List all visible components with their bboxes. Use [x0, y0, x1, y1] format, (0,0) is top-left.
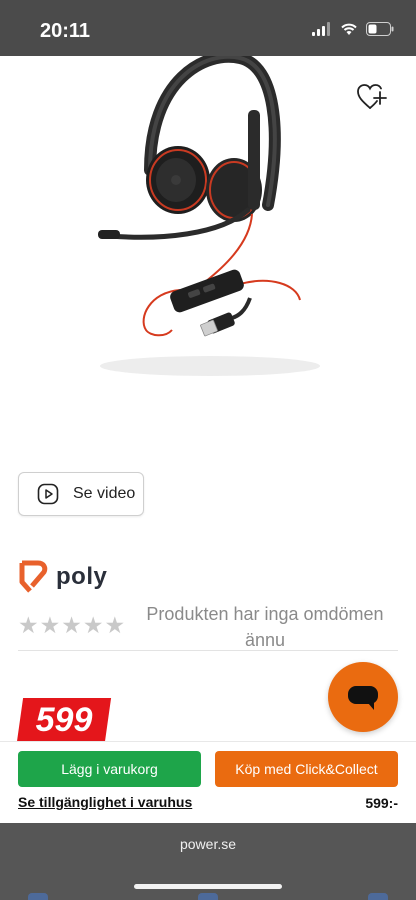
play-icon: [37, 483, 59, 505]
add-to-cart-button[interactable]: Lägg i varukorg: [18, 751, 201, 787]
headset-image: [98, 56, 320, 376]
brand-logo[interactable]: poly: [18, 560, 107, 594]
click-collect-button[interactable]: Köp med Click&Collect: [215, 751, 398, 787]
signal-icon: [312, 22, 330, 36]
share-icon[interactable]: [198, 893, 218, 900]
poly-logo-icon: [19, 560, 48, 593]
home-indicator: [134, 884, 282, 889]
star-icon: ★: [82, 612, 104, 638]
back-icon[interactable]: [28, 893, 48, 900]
wifi-icon: [341, 23, 357, 35]
status-icons: [312, 22, 394, 36]
star-icon: ★: [61, 612, 82, 638]
summary-price: 599:-: [365, 795, 398, 811]
tabs-icon[interactable]: [368, 893, 388, 900]
star-icon: ★: [104, 612, 126, 638]
product-image[interactable]: [0, 56, 416, 456]
rating-stars: ★ ★ ★ ★ ★: [18, 612, 126, 638]
see-video-label: Se video: [73, 485, 136, 502]
star-icon: ★: [18, 612, 39, 638]
see-video-button[interactable]: Se video: [18, 472, 144, 516]
no-reviews-text: Produkten har inga omdömen ännu: [146, 604, 384, 650]
status-time: 20:11: [40, 20, 91, 42]
star-icon: ★: [39, 612, 61, 638]
url-text[interactable]: power.se: [0, 836, 416, 852]
battery-icon: [366, 22, 394, 36]
chat-bubble-icon: [348, 686, 378, 710]
divider: [18, 650, 398, 651]
brand-name: poly: [56, 563, 108, 590]
page: 20:11 Se video poly ★ ★ ★ ★ ★ Produkten …: [0, 0, 416, 900]
heart-plus-icon[interactable]: [356, 82, 388, 112]
store-availability-link[interactable]: Se tillgänglighet i varuhus: [18, 794, 192, 810]
status-bar: 20:11: [0, 0, 416, 56]
price-badge: 599: [35, 701, 93, 739]
chat-button[interactable]: [328, 662, 398, 732]
